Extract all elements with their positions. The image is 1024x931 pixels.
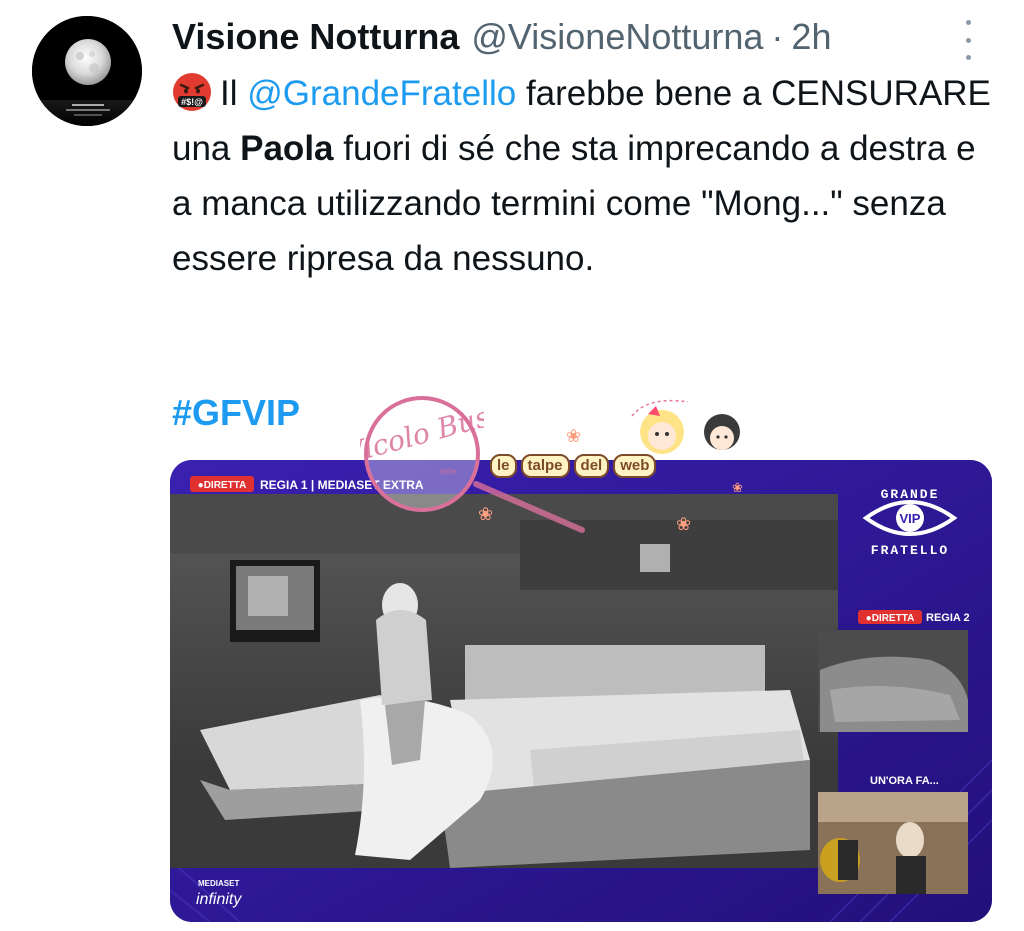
- emoji-symbols: #$!@: [181, 97, 203, 107]
- face-with-symbols-on-mouth-icon: #$!@: [173, 73, 211, 111]
- hashtag-link[interactable]: #GFVIP: [172, 392, 300, 434]
- header-separator: ·: [771, 16, 784, 57]
- earlier-feed-label: UN'ORA FA...: [870, 775, 939, 787]
- more-options-icon[interactable]: [958, 20, 978, 60]
- tweet-text-bold: Paola: [240, 129, 334, 168]
- cartoon-girls-watermark: [631, 399, 740, 454]
- live-badge: ●DIRETTA: [198, 480, 247, 491]
- watermark-word: talpe: [520, 454, 570, 478]
- infinity-brand: infinity: [196, 891, 242, 908]
- author-display-name[interactable]: Visione Notturna: [172, 14, 459, 60]
- tweet-text-part1: Il: [220, 74, 248, 113]
- tweet-header: Visione Notturna @VisioneNotturna · 2h: [172, 12, 831, 62]
- paw-print-icon: ❀: [676, 514, 692, 534]
- tweet-timestamp[interactable]: 2h: [791, 14, 831, 60]
- author-handle[interactable]: @VisioneNotturna: [471, 14, 763, 60]
- watermark-circle-small: delle: [440, 467, 457, 476]
- moon-avatar-image: [32, 16, 142, 126]
- paw-print-icon: ❀: [732, 480, 743, 495]
- main-camera-feed: [170, 494, 838, 868]
- watermark-word: le: [490, 454, 517, 478]
- author-avatar[interactable]: [32, 16, 142, 126]
- side-live-badge: ●DIRETTA: [866, 613, 915, 624]
- talpe-del-web-watermark: le talpe del web: [490, 454, 740, 480]
- svg-text:VIP: VIP: [900, 511, 921, 526]
- mention-link[interactable]: @GrandeFratello: [247, 74, 516, 113]
- vicolo-bus-watermark: Vicolo Bus delle: [360, 396, 484, 512]
- paw-print-icon: ❀: [566, 426, 582, 446]
- svg-text:FRATELLO: FRATELLO: [871, 543, 949, 558]
- side-camera-feed: [818, 630, 968, 732]
- watermark-word: web: [613, 454, 657, 478]
- side-channel-label: REGIA 2: [926, 612, 970, 624]
- earlier-camera-feed: [818, 792, 968, 894]
- svg-text:GRANDE: GRANDE: [881, 487, 940, 502]
- mediaset-brand-small: MEDIASET: [198, 879, 239, 888]
- paw-print-icon: ❀: [478, 504, 494, 524]
- watermark-word: del: [573, 454, 610, 478]
- tweet-text: #$!@ Il @GrandeFratello farebbe bene a C…: [172, 66, 992, 286]
